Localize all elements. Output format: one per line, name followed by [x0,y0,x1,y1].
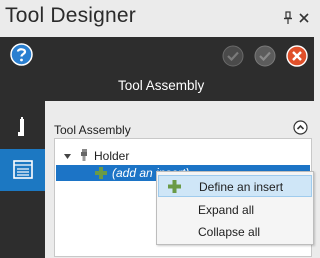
menu-item-expand-all[interactable]: Expand all [158,199,312,221]
menu-item-label: Expand all [198,203,255,217]
cancel-icon[interactable] [286,45,308,67]
menu-item-label: Collapse all [198,225,261,239]
header-title: Tool Assembly [118,78,205,93]
tree-item-holder[interactable]: Holder [94,149,129,163]
section-title: Tool Assembly [54,123,131,137]
help-icon[interactable] [10,43,33,66]
window-titlebar: Tool Designer [0,0,314,37]
collapse-section-icon[interactable] [293,120,308,135]
header-bar: Tool Assembly [0,37,314,101]
side-tab-bar [0,101,45,258]
assembly-list-icon [13,160,33,179]
close-window-icon[interactable] [298,11,310,25]
tree-expand-arrow-icon[interactable] [63,152,72,161]
apply-check-icon[interactable] [222,45,244,67]
context-menu: Define an insert Expand all Collapse all [156,171,314,245]
tool-icon [18,117,24,136]
menu-item-collapse-all[interactable]: Collapse all [158,221,312,243]
holder-icon [81,149,87,161]
menu-item-define-insert[interactable]: Define an insert [158,175,312,197]
tab-tool[interactable] [0,112,45,146]
window-title: Tool Designer [5,4,136,27]
plus-icon [95,167,107,179]
tab-assembly[interactable] [0,149,45,191]
ok-check-icon[interactable] [254,45,276,67]
menu-item-label: Define an insert [199,180,284,194]
pin-icon[interactable] [282,11,294,25]
plus-icon [168,180,181,193]
